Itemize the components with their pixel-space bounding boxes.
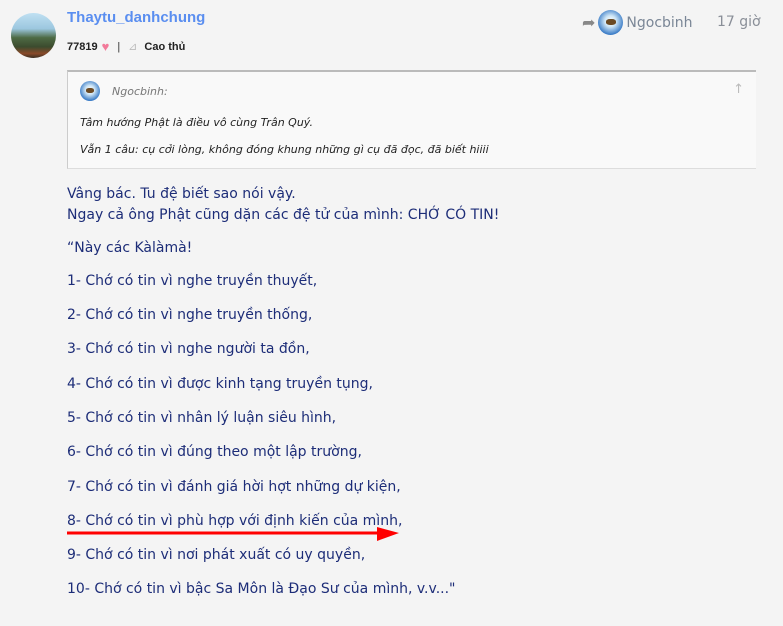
list-item: 4- Chớ có tin vì được kinh tạng truyền t… xyxy=(67,376,373,392)
list-item: 5- Chớ có tin vì nhân lý luận siêu hình, xyxy=(67,410,337,426)
list-item: 2- Chớ có tin vì nghe truyền thống, xyxy=(67,307,313,323)
heart-icon: ♥ xyxy=(101,39,110,54)
chart-icon: ⊿ xyxy=(128,41,138,53)
body-line: Ngay cả ông Phật cũng dặn các đệ tử của … xyxy=(67,207,500,223)
list-item: 1- Chớ có tin vì nghe truyền thuyết, xyxy=(67,273,318,289)
jump-to-quote-icon[interactable]: ↑ xyxy=(733,82,744,97)
list-item: 6- Chớ có tin vì đúng theo một lập trườn… xyxy=(67,444,362,460)
list-item: 9- Chớ có tin vì nơi phát xuất có uy quy… xyxy=(67,547,366,563)
user-avatar[interactable] xyxy=(11,13,56,58)
user-stats: 77819 ♥ | ⊿ Cao thủ xyxy=(67,39,185,54)
divider: | xyxy=(117,40,121,53)
quote-line: Tâm hướng Phật là điều vô cùng Trân Quý. xyxy=(80,116,313,129)
list-item: 3- Chớ có tin vì nghe người ta đồn, xyxy=(67,341,310,357)
list-item: 7- Chớ có tin vì đánh giá hời hợt những … xyxy=(67,479,401,495)
share-arrow-icon: ➦ xyxy=(582,13,596,32)
list-item: 10- Chớ có tin vì bậc Sa Môn là Đạo Sư c… xyxy=(67,581,456,597)
reply-to[interactable]: ➦ Ngocbinh xyxy=(582,10,693,35)
points: 77819 xyxy=(67,40,98,53)
quote-block: Ngocbinh: ↑ Tâm hướng Phật là điều vô cù… xyxy=(67,70,756,169)
body-line: “Này các Kàlàmà! xyxy=(67,240,193,256)
post-body: Vâng bác. Tu đệ biết sao nói vậy. Ngay c… xyxy=(67,184,499,259)
quoted-username[interactable]: Ngocbinh xyxy=(626,15,692,31)
quote-avatar xyxy=(80,81,100,101)
body-line: Vâng bác. Tu đệ biết sao nói vậy. xyxy=(67,186,296,202)
quoted-user-avatar xyxy=(598,10,624,35)
quote-line: Vẫn 1 câu: cụ cởi lòng, không đóng khung… xyxy=(80,143,489,156)
red-arrow-annotation xyxy=(67,527,399,541)
timestamp: 17 giờ xyxy=(717,14,761,30)
username-link[interactable]: Thaytu_danhchung xyxy=(67,9,205,26)
quote-author[interactable]: Ngocbinh: xyxy=(112,85,168,98)
rank: Cao thủ xyxy=(144,40,186,53)
